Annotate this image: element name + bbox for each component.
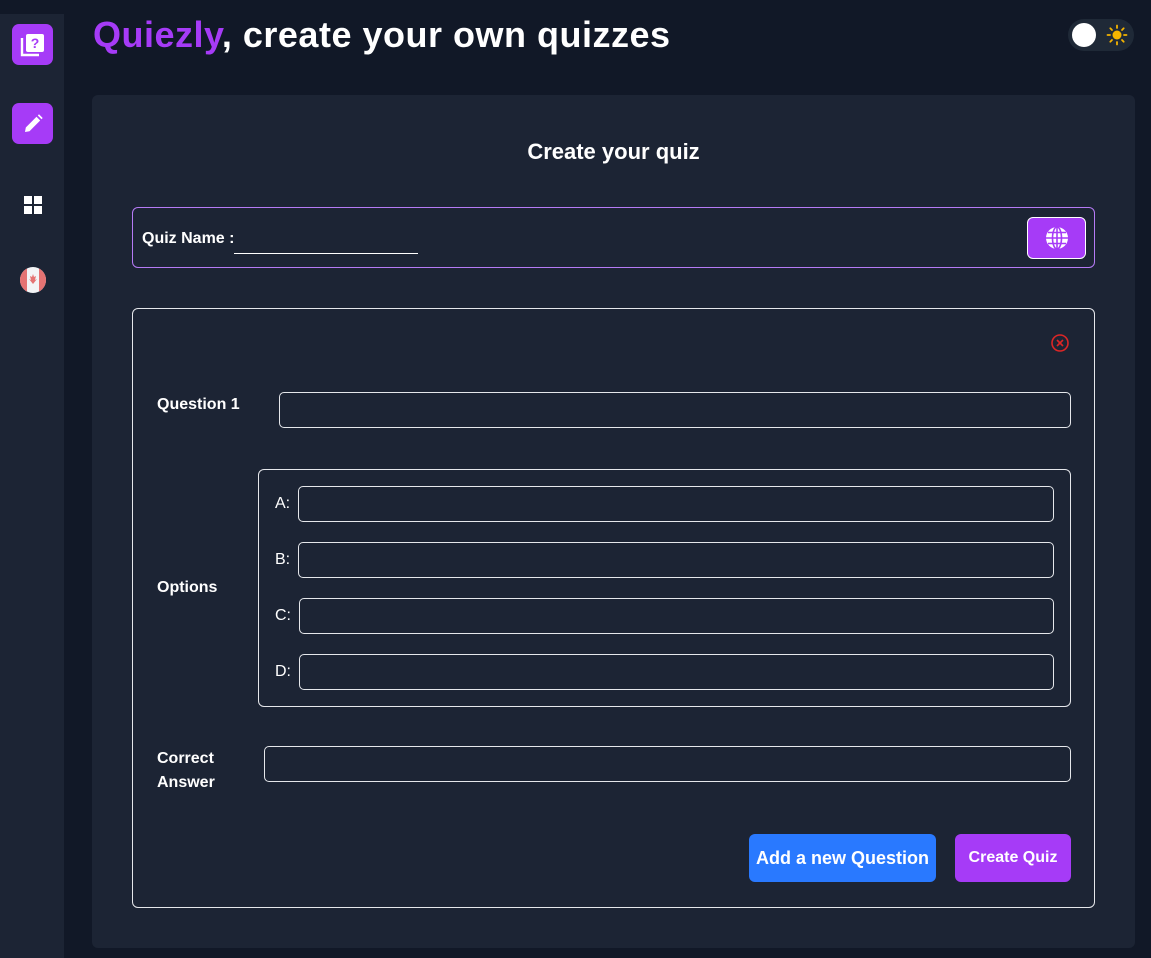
question-input[interactable] — [279, 392, 1071, 428]
page-title: Quiezly, create your own quizzes — [93, 14, 671, 58]
sidebar-item-dashboard[interactable] — [12, 184, 53, 225]
correct-answer-input[interactable] — [264, 746, 1071, 782]
sidebar-item-language[interactable] — [12, 259, 53, 300]
theme-toggle[interactable] — [1068, 19, 1134, 51]
options-group: A: B: C: D: — [258, 469, 1071, 707]
option-b-label: B: — [275, 551, 291, 568]
correct-answer-label: Correct Answer — [157, 747, 215, 795]
create-quiz-card: Create your quiz Quiz Name : Question 1 … — [92, 95, 1135, 948]
create-quiz-button[interactable]: Create Quiz — [955, 834, 1071, 882]
brand-name: Quiezly — [93, 14, 222, 55]
toggle-knob — [1072, 23, 1096, 47]
publish-button[interactable] — [1027, 217, 1086, 259]
quiz-book-icon: ? — [20, 33, 44, 56]
quiz-name-label: Quiz Name : — [142, 230, 235, 247]
quiz-name-input[interactable] — [234, 226, 418, 254]
sidebar: ? — [0, 14, 64, 958]
sidebar-item-create[interactable] — [12, 103, 53, 144]
add-question-button[interactable]: Add a new Question — [749, 834, 936, 882]
question-label: Question 1 — [157, 396, 240, 413]
form-title: Create your quiz — [527, 139, 700, 164]
question-card: Question 1 Options A: B: C: D: Correct A… — [132, 308, 1095, 908]
option-b-input[interactable] — [298, 542, 1054, 578]
option-a-input[interactable] — [298, 486, 1054, 522]
close-circle-icon[interactable] — [1050, 333, 1070, 353]
option-d-input[interactable] — [299, 654, 1054, 690]
correct-answer-label-line2: Answer — [157, 774, 215, 791]
option-a-label: A: — [275, 495, 291, 512]
sidebar-item-home[interactable]: ? — [12, 24, 53, 65]
option-d-label: D: — [275, 663, 291, 680]
grid-icon — [23, 195, 42, 214]
pencil-icon — [24, 113, 43, 132]
globe-icon — [1045, 226, 1068, 250]
correct-answer-label-line1: Correct — [157, 750, 214, 767]
flag-icon — [19, 266, 46, 293]
svg-text:?: ? — [30, 35, 39, 51]
quiz-name-section: Quiz Name : — [132, 207, 1095, 268]
tagline: , create your own quizzes — [221, 14, 671, 55]
options-label: Options — [157, 579, 218, 596]
option-c-label: C: — [275, 607, 291, 624]
option-c-input[interactable] — [299, 598, 1054, 634]
sun-icon — [1106, 24, 1128, 46]
